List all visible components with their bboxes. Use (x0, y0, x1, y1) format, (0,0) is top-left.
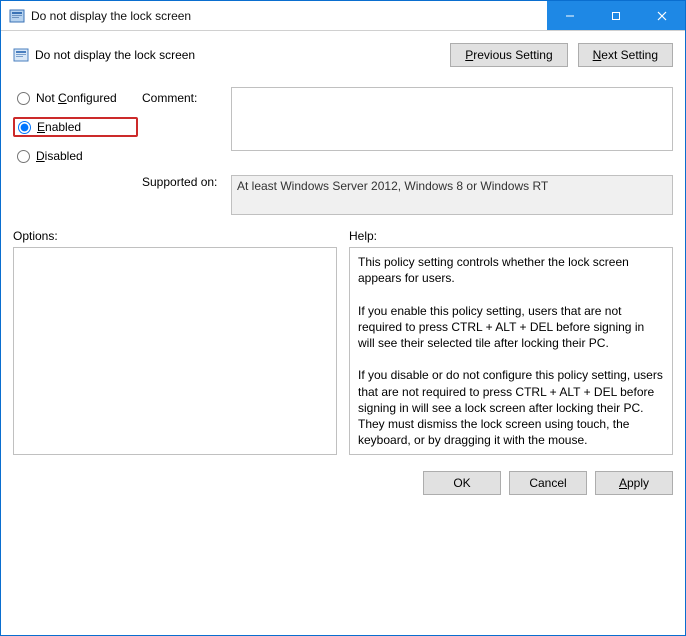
top-config-grid: Not Configured Enabled Disabled Comment:… (13, 87, 673, 215)
ok-button[interactable]: OK (423, 471, 501, 495)
next-setting-button[interactable]: Next Setting (578, 43, 673, 67)
titlebar: Do not display the lock screen (1, 1, 685, 31)
lower-panels: Options: Help: This policy setting contr… (13, 229, 673, 455)
radio-not-configured-input[interactable] (17, 92, 30, 105)
radio-not-configured-label: Not Configured (36, 91, 117, 105)
supported-on-box: At least Windows Server 2012, Windows 8 … (231, 175, 673, 215)
close-button[interactable] (639, 1, 685, 30)
state-radio-group: Not Configured Enabled Disabled (13, 87, 138, 165)
radio-enabled-input[interactable] (18, 121, 31, 134)
maximize-button[interactable] (593, 1, 639, 30)
supported-on-label: Supported on: (142, 175, 227, 189)
apply-button[interactable]: Apply (595, 471, 673, 495)
gpedit-icon (9, 8, 25, 24)
options-label: Options: (13, 229, 337, 243)
footer-buttons: OK Cancel Apply (1, 461, 685, 505)
help-column: Help: This policy setting controls wheth… (349, 229, 673, 455)
policy-icon (13, 47, 29, 63)
minimize-button[interactable] (547, 1, 593, 30)
options-column: Options: (13, 229, 337, 455)
window-controls (547, 1, 685, 30)
radio-not-configured[interactable]: Not Configured (13, 89, 138, 107)
cancel-button[interactable]: Cancel (509, 471, 587, 495)
radio-disabled-input[interactable] (17, 150, 30, 163)
radio-enabled-label: Enabled (37, 120, 81, 134)
setting-header-row: Do not display the lock screen Previous … (13, 43, 673, 67)
options-panel[interactable] (13, 247, 337, 455)
radio-disabled-label: Disabled (36, 149, 83, 163)
window-title: Do not display the lock screen (31, 9, 547, 23)
comment-label: Comment: (142, 87, 227, 105)
comment-textarea[interactable] (231, 87, 673, 151)
help-panel: This policy setting controls whether the… (349, 247, 673, 455)
help-label: Help: (349, 229, 673, 243)
radio-enabled[interactable]: Enabled (13, 117, 138, 137)
radio-disabled[interactable]: Disabled (13, 147, 138, 165)
setting-name: Do not display the lock screen (35, 48, 195, 62)
content-area: Do not display the lock screen Previous … (1, 31, 685, 461)
previous-setting-button[interactable]: Previous Setting (450, 43, 567, 67)
